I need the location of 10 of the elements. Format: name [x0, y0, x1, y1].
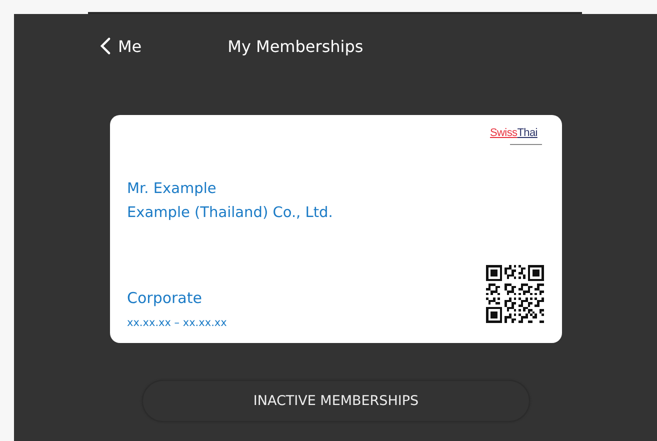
back-icon: [100, 37, 111, 55]
logo: SwissThai: [490, 127, 544, 147]
membership-card[interactable]: SwissThai Mr. Example Example (Thailand) Co., Ltd. Corporate xx.xx.xx – xx.xx.xx: [110, 115, 562, 343]
screen-title: My Memberships: [228, 36, 364, 56]
back-link[interactable]: Me: [100, 36, 142, 56]
qr-code-icon: [486, 265, 544, 323]
validity-dates: xx.xx.xx – xx.xx.xx: [127, 317, 227, 329]
membership-type: Corporate: [127, 289, 203, 307]
company-name: Example (Thailand) Co., Ltd.: [127, 204, 334, 223]
member-name: Mr. Example: [127, 180, 218, 199]
